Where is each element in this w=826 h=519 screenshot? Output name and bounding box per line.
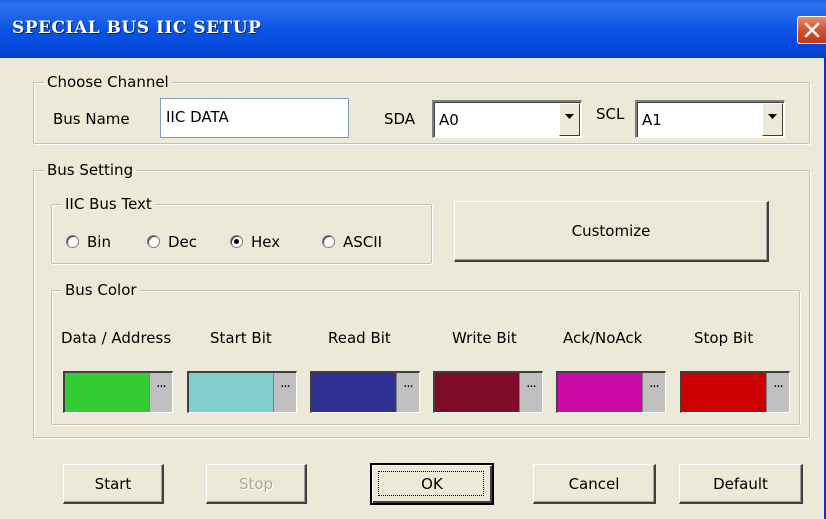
stop-button[interactable]: Stop xyxy=(206,464,307,504)
radio-hex-button[interactable] xyxy=(230,235,243,248)
color-label-stop-bit: Stop Bit xyxy=(694,329,754,347)
radio-ascii-label: ASCII xyxy=(343,233,383,251)
color-fill xyxy=(312,373,396,412)
stop-label: Stop xyxy=(238,475,274,493)
color-fill xyxy=(682,373,766,412)
radio-dec-label: Dec xyxy=(168,233,198,251)
sda-select[interactable]: A0 xyxy=(432,100,582,138)
close-icon xyxy=(804,22,820,38)
radio-hex-label: Hex xyxy=(251,233,281,251)
chevron-down-icon xyxy=(768,114,777,119)
color-label-read-bit: Read Bit xyxy=(328,329,391,347)
radio-bin-label: Bin xyxy=(87,233,111,251)
iic-bus-text-legend: IIC Bus Text xyxy=(62,194,155,214)
sda-value: A0 xyxy=(439,111,459,129)
color-picker-button[interactable]: ... xyxy=(519,373,542,412)
choose-channel-legend: Choose Channel xyxy=(44,72,172,92)
ok-button[interactable]: OK xyxy=(370,463,494,505)
bus-name-input[interactable]: IIC DATA xyxy=(160,98,349,138)
bus-color-legend: Bus Color xyxy=(62,280,140,300)
iic-setup-dialog: SPECIAL BUS IIC SETUP Choose Channel Bus… xyxy=(0,0,826,519)
color-fill xyxy=(558,373,642,412)
color-swatch-stop-bit[interactable]: ... xyxy=(680,371,790,413)
color-swatch-start-bit[interactable]: ... xyxy=(187,371,297,413)
radio-dec-button[interactable] xyxy=(147,235,160,248)
title-bar[interactable]: SPECIAL BUS IIC SETUP xyxy=(0,0,826,58)
bus-setting-legend: Bus Setting xyxy=(44,160,137,180)
color-label-start-bit: Start Bit xyxy=(210,329,272,347)
color-label-ack-noack: Ack/NoAck xyxy=(563,329,643,347)
window-title: SPECIAL BUS IIC SETUP xyxy=(12,18,262,38)
cancel-label: Cancel xyxy=(568,475,620,493)
color-picker-button[interactable]: ... xyxy=(396,373,419,412)
default-button[interactable]: Default xyxy=(679,464,803,504)
color-picker-button[interactable]: ... xyxy=(642,373,665,412)
color-fill xyxy=(189,373,273,412)
scl-label: SCL xyxy=(596,105,625,123)
color-swatch-write-bit[interactable]: ... xyxy=(433,371,543,413)
default-label: Default xyxy=(713,475,768,493)
color-picker-button[interactable]: ... xyxy=(149,373,172,412)
color-swatch-read-bit[interactable]: ... xyxy=(310,371,420,413)
color-label-write-bit: Write Bit xyxy=(452,329,517,347)
color-picker-button[interactable]: ... xyxy=(273,373,296,412)
bus-name-value: IIC DATA xyxy=(166,108,229,126)
color-swatch-ack-noack[interactable]: ... xyxy=(556,371,666,413)
scl-select[interactable]: A1 xyxy=(635,100,785,138)
bus-name-label: Bus Name xyxy=(53,110,130,128)
cancel-button[interactable]: Cancel xyxy=(533,464,656,504)
sda-label: SDA xyxy=(384,110,416,128)
color-fill xyxy=(435,373,519,412)
chevron-down-icon xyxy=(565,114,574,119)
color-fill xyxy=(65,373,149,412)
customize-label: Customize xyxy=(571,222,651,240)
sda-dropdown-button[interactable] xyxy=(559,103,580,136)
color-label-data-address: Data / Address xyxy=(61,329,172,347)
focus-rectangle xyxy=(378,471,484,496)
customize-button[interactable]: Customize xyxy=(454,201,769,262)
scl-value: A1 xyxy=(642,111,662,129)
color-picker-button[interactable]: ... xyxy=(766,373,789,412)
radio-bin-button[interactable] xyxy=(66,235,79,248)
scl-dropdown-button[interactable] xyxy=(762,103,783,136)
start-label: Start xyxy=(94,475,132,493)
radio-ascii-button[interactable] xyxy=(322,235,335,248)
start-button[interactable]: Start xyxy=(63,464,164,504)
close-button[interactable] xyxy=(797,16,826,44)
color-swatch-data-address[interactable]: ... xyxy=(63,371,173,413)
